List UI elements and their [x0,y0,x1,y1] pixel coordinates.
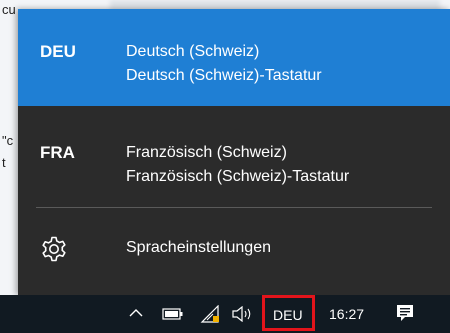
language-name: Deutsch (Schweiz) [126,43,260,60]
background-text-fragment: "c [2,133,14,148]
language-name: Französisch (Schweiz) [126,144,287,161]
keyboard-layout: Deutsch (Schweiz)-Tastatur [126,67,322,84]
language-item-fra[interactable]: FRA Französisch (Schweiz) Französisch (S… [18,110,450,207]
language-settings-link[interactable]: Spracheinstellungen [18,214,450,286]
language-code: FRA [40,143,75,162]
clock[interactable]: 16:27 [329,306,364,322]
language-flyout: DEU Deutsch (Schweiz) Deutsch (Schweiz)-… [18,9,450,295]
input-language-indicator[interactable]: DEU [262,295,315,331]
settings-label: Spracheinstellungen [126,239,271,256]
chevron-up-icon[interactable] [129,307,143,319]
divider [36,207,432,208]
background-text-fragment: cu [2,2,16,17]
background-text-fragment: t [2,155,6,170]
language-item-deu[interactable]: DEU Deutsch (Schweiz) Deutsch (Schweiz)-… [18,9,450,106]
keyboard-layout: Französisch (Schweiz)-Tastatur [126,168,350,185]
ime-label: DEU [273,307,303,323]
network-icon[interactable] [200,305,220,323]
language-code: DEU [40,42,76,61]
gear-icon [42,236,66,262]
taskbar: DEU 16:27 [0,295,450,333]
battery-icon[interactable] [162,308,184,320]
notification-icon[interactable] [396,304,414,322]
speaker-icon[interactable] [231,306,253,322]
